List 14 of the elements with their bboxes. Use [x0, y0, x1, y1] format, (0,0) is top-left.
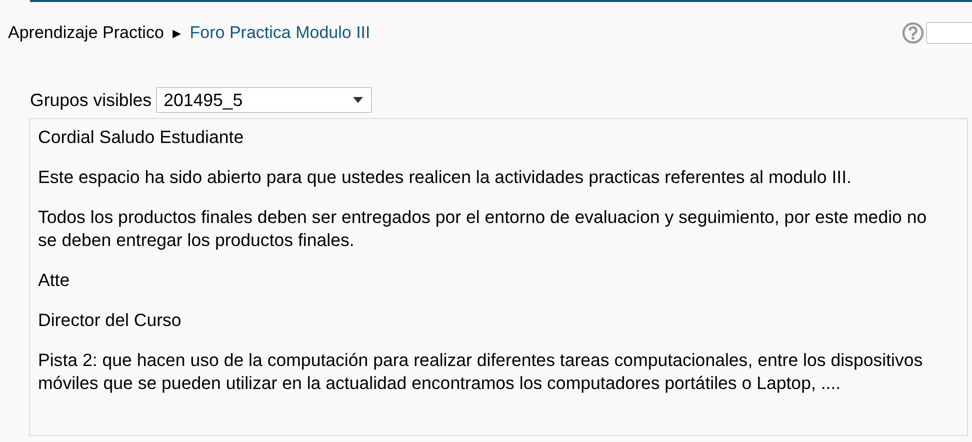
- message-paragraph: Todos los productos finales deben ser entregados por el entorno de evaluacion y seguimiento, por este medio no se deben entregar los productos finales.: [38, 206, 928, 252]
- breadcrumb-item: Aprendizaje Practico: [8, 23, 164, 43]
- breadcrumb-link[interactable]: Foro Practica Modulo III: [190, 23, 370, 43]
- search-field[interactable]: [926, 22, 972, 44]
- message-paragraph: Este espacio ha sido abierto para que ustedes realicen la actividades practicas referentes al modulo III.: [38, 166, 852, 189]
- caret-icon: [352, 97, 363, 103]
- group-select[interactable]: 201495_5: [156, 87, 372, 113]
- group-label: Grupos visibles: [30, 90, 152, 110]
- message-paragraph: Director del Curso: [38, 309, 182, 332]
- message-paragraph: Cordial Saludo Estudiante: [38, 126, 245, 149]
- message-paragraph: Pista 2: que hacen uso de la computación para realizar diferentes tareas computacionales, entre los dispositivos móviles que se pueden utilizar en la actualidad encontramos los computadores portátiles o Laptop, ....: [38, 349, 924, 395]
- help-icon[interactable]: [902, 22, 924, 44]
- breadcrumb-separator: ►: [170, 25, 184, 41]
- message-paragraph: Atte: [38, 269, 71, 292]
